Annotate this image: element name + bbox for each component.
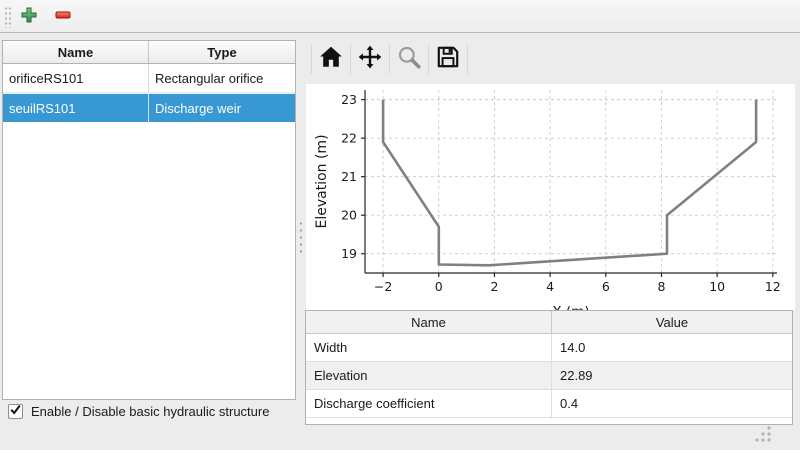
home-icon [318, 44, 344, 75]
zoom-button[interactable] [395, 44, 423, 74]
enable-structure-checkbox[interactable] [8, 404, 23, 419]
toolbar-separator [467, 44, 468, 74]
panel-splitter-handle[interactable] [299, 220, 303, 254]
application-window: Name Type orificeRS101 Rectangular orifi… [0, 0, 800, 450]
svg-text:2: 2 [490, 279, 498, 294]
checkmark-icon [9, 403, 22, 421]
svg-text:19: 19 [341, 246, 357, 261]
property-name: Discharge coefficient [306, 390, 552, 417]
remove-structure-button[interactable] [50, 4, 76, 30]
toolbar-separator [350, 44, 351, 74]
property-row-discharge-coefficient[interactable]: Discharge coefficient 0.4 [306, 390, 792, 418]
property-value[interactable]: 0.4 [552, 390, 792, 417]
save-button[interactable] [434, 44, 462, 74]
table-row-weir-selected[interactable]: seuilRS101 Discharge weir [3, 93, 295, 122]
window-resize-grip[interactable] [752, 424, 774, 449]
property-value[interactable]: 14.0 [552, 334, 792, 361]
svg-text:22: 22 [341, 131, 357, 146]
main-toolbar [0, 0, 800, 33]
column-header-value[interactable]: Value [552, 311, 792, 333]
cross-section-chart[interactable]: 1920212223−2024681012Elevation (m)X (m) [306, 84, 795, 310]
add-icon [20, 6, 38, 29]
property-value[interactable]: 22.89 [552, 362, 792, 389]
chart-plot: 1920212223−2024681012Elevation (m)X (m) [306, 84, 795, 310]
svg-text:8: 8 [657, 279, 665, 294]
properties-table-header: Name Value [306, 311, 792, 334]
svg-text:21: 21 [341, 169, 357, 184]
svg-text:20: 20 [341, 208, 357, 223]
table-row-orifice[interactable]: orificeRS101 Rectangular orifice [3, 64, 295, 93]
add-structure-button[interactable] [16, 4, 42, 30]
structures-table-header: Name Type [3, 41, 295, 64]
svg-text:4: 4 [546, 279, 554, 294]
column-header-type[interactable]: Type [149, 41, 295, 63]
toolbar-separator [428, 44, 429, 74]
remove-icon [54, 6, 72, 29]
svg-text:Elevation (m): Elevation (m) [314, 134, 330, 228]
cell-name[interactable]: orificeRS101 [3, 64, 149, 92]
column-header-name[interactable]: Name [3, 41, 149, 63]
cell-name[interactable]: seuilRS101 [3, 94, 149, 122]
svg-text:−2: −2 [374, 279, 392, 294]
toolbar-separator [389, 44, 390, 74]
toolbar-drag-handle[interactable] [4, 6, 11, 28]
property-name: Width [306, 334, 552, 361]
svg-text:6: 6 [602, 279, 610, 294]
toolbar-separator [311, 44, 312, 74]
svg-text:10: 10 [709, 279, 725, 294]
enable-structure-row: Enable / Disable basic hydraulic structu… [8, 404, 269, 419]
svg-text:23: 23 [341, 92, 357, 107]
home-button[interactable] [317, 44, 345, 74]
property-name: Elevation [306, 362, 552, 389]
property-row-elevation[interactable]: Elevation 22.89 [306, 362, 792, 390]
pan-button[interactable] [356, 44, 384, 74]
svg-text:0: 0 [435, 279, 443, 294]
zoom-icon [396, 44, 422, 75]
save-icon [435, 44, 461, 75]
enable-structure-label: Enable / Disable basic hydraulic structu… [31, 404, 269, 419]
structures-table: Name Type orificeRS101 Rectangular orifi… [2, 40, 296, 400]
cell-type[interactable]: Rectangular orifice [149, 64, 295, 92]
pan-icon [357, 44, 383, 75]
chart-toolbar [306, 42, 473, 76]
svg-text:12: 12 [765, 279, 781, 294]
column-header-name[interactable]: Name [306, 311, 552, 333]
property-row-width[interactable]: Width 14.0 [306, 334, 792, 362]
cell-type[interactable]: Discharge weir [149, 94, 295, 122]
properties-table: Name Value Width 14.0 Elevation 22.89 Di… [305, 310, 793, 425]
